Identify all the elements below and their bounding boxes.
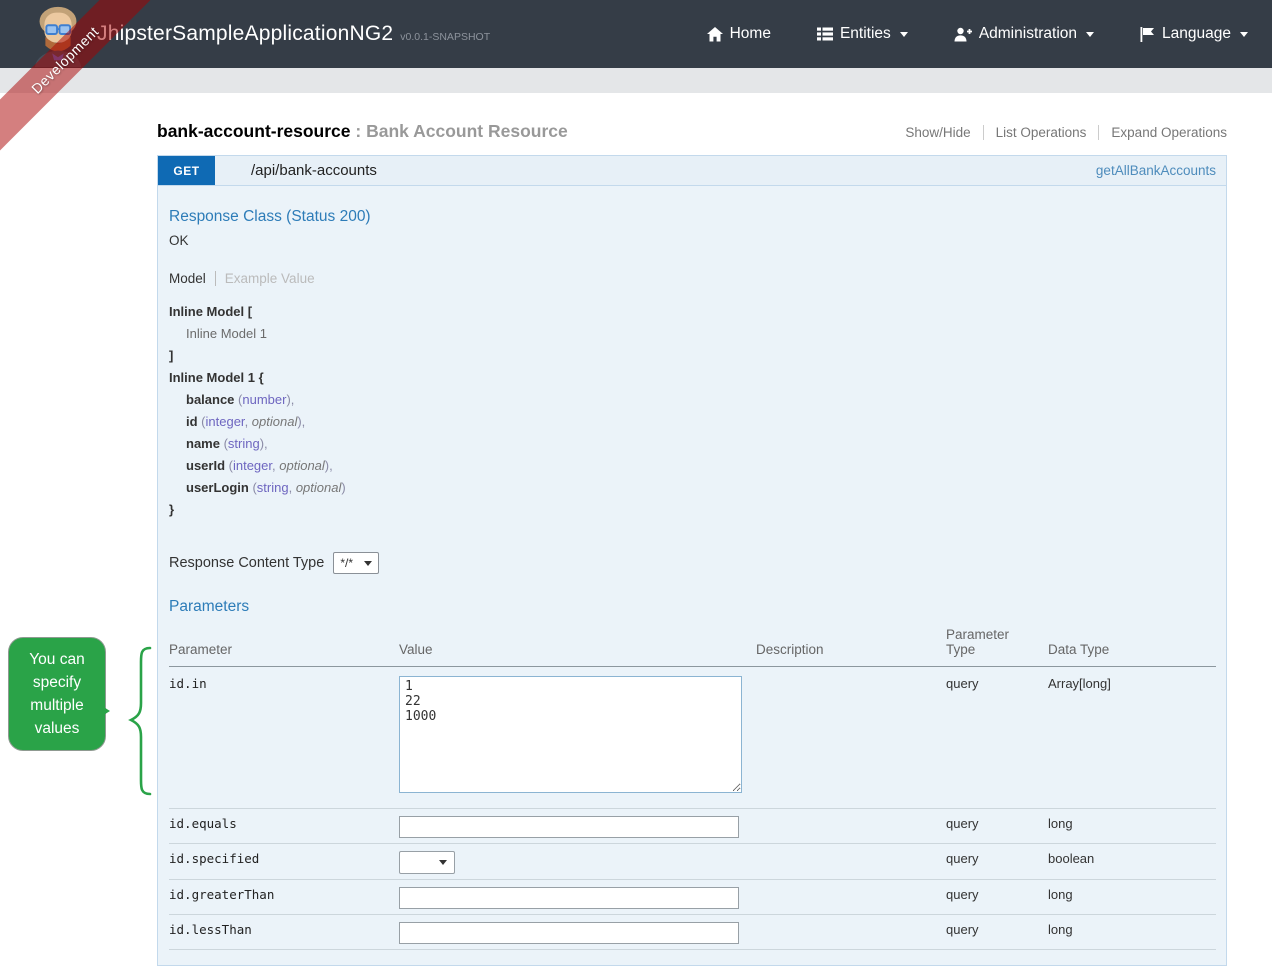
col-value: Value	[399, 623, 756, 667]
nav-item-label: Language	[1162, 25, 1231, 43]
param-type: query	[946, 667, 1048, 809]
param-description	[756, 915, 946, 950]
param-name: id.in	[169, 667, 399, 809]
parameters-table: Parameter Value Description Parameter Ty…	[169, 623, 1216, 950]
param-description	[756, 809, 946, 844]
param-data-type: boolean	[1048, 844, 1216, 880]
selected-content-type: */*	[340, 556, 353, 570]
model-property: id (integer, optional),	[169, 411, 1216, 433]
param-value-input[interactable]	[399, 922, 739, 944]
table-row: id.equals query long	[169, 809, 1216, 844]
navbar: JhipsterSampleApplicationNG2 v0.0.1-SNAP…	[0, 0, 1272, 68]
app-version: v0.0.1-SNAPSHOT	[400, 31, 490, 43]
resource-title: Bank Account Resource	[366, 121, 568, 142]
col-parameter: Parameter	[169, 623, 399, 667]
param-data-type: long	[1048, 880, 1216, 915]
operation-content-panel: Response Class (Status 200) OK Model Exa…	[157, 186, 1227, 966]
list-operations-link[interactable]: List Operations	[983, 125, 1099, 140]
col-parameter-type: Parameter Type	[946, 623, 1048, 667]
page-background-strip	[0, 68, 1272, 93]
app-title: JhipsterSampleApplicationNG2	[97, 22, 393, 46]
nav-item-language[interactable]: Language	[1140, 25, 1248, 43]
http-method-badge[interactable]: GET	[158, 156, 215, 185]
model-property: userLogin (string, optional)	[169, 477, 1216, 499]
model-close-array: ]	[169, 345, 1216, 367]
home-icon	[707, 27, 723, 42]
param-type: query	[946, 809, 1048, 844]
param-name: id.equals	[169, 809, 399, 844]
table-row: id.specified query boolean	[169, 844, 1216, 880]
param-description	[756, 667, 946, 809]
nav-item-home[interactable]: Home	[707, 25, 771, 43]
list-icon	[817, 27, 833, 41]
navbar-brand[interactable]: JhipsterSampleApplicationNG2 v0.0.1-SNAP…	[97, 22, 490, 46]
model-property: name (string),	[169, 433, 1216, 455]
operation-heading[interactable]: GET /api/bank-accounts getAllBankAccount…	[157, 155, 1227, 186]
chevron-down-icon	[439, 860, 447, 865]
user-plus-icon	[954, 27, 972, 42]
param-name: id.lessThan	[169, 915, 399, 950]
resource-links: Show/Hide List Operations Expand Operati…	[893, 125, 1227, 140]
flag-icon	[1140, 27, 1155, 42]
model-signature: Inline Model [ Inline Model 1 ] Inline M…	[169, 301, 1216, 521]
param-value-select[interactable]	[399, 851, 455, 874]
model-open-object: Inline Model 1 {	[169, 367, 1216, 389]
response-content-type-select[interactable]: */*	[333, 552, 379, 574]
model-open-array: Inline Model [	[169, 301, 1216, 323]
chevron-down-icon	[1240, 32, 1248, 37]
nav-item-label: Home	[730, 25, 771, 43]
model-close-object: }	[169, 499, 1216, 521]
model-array-item: Inline Model 1	[169, 323, 1216, 345]
chevron-down-icon	[364, 561, 372, 566]
param-type: query	[946, 844, 1048, 880]
model-property: balance (number),	[169, 389, 1216, 411]
param-value-textarea[interactable]: 1 22 1000	[399, 676, 742, 793]
annotation-brace	[126, 645, 154, 797]
annotation-tooltip: You can specify multiple values	[8, 637, 106, 751]
table-row: id.in 1 22 1000 query Array[long]	[169, 667, 1216, 809]
jhipster-logo-avatar	[23, 1, 93, 72]
tab-example-value[interactable]: Example Value	[216, 271, 315, 286]
col-data-type: Data Type	[1048, 623, 1216, 667]
nav-item-label: Administration	[979, 25, 1077, 43]
resource-name[interactable]: bank-account-resource	[157, 121, 351, 142]
expand-operations-link[interactable]: Expand Operations	[1098, 125, 1227, 140]
tooltip-text: You can specify multiple values	[29, 651, 84, 737]
param-name: id.specified	[169, 844, 399, 880]
param-value-input[interactable]	[399, 887, 739, 909]
param-name: id.greaterThan	[169, 880, 399, 915]
chevron-down-icon	[1086, 32, 1094, 37]
param-value-input[interactable]	[399, 816, 739, 838]
response-message: OK	[169, 233, 1216, 248]
separator: :	[351, 121, 367, 142]
tab-model[interactable]: Model	[169, 271, 216, 286]
response-class-heading: Response Class (Status 200)	[169, 208, 1216, 226]
nav-menu: Home Entities Administration Language	[707, 25, 1272, 43]
operation-path[interactable]: /api/bank-accounts	[251, 162, 377, 179]
response-content-type-label: Response Content Type	[169, 555, 324, 571]
resource-header: bank-account-resource : Bank Account Res…	[157, 121, 1227, 142]
operation-nickname-link[interactable]: getAllBankAccounts	[1096, 163, 1216, 178]
param-description	[756, 844, 946, 880]
model-tabs: Model Example Value	[169, 271, 1216, 286]
table-header-row: Parameter Value Description Parameter Ty…	[169, 623, 1216, 667]
col-description: Description	[756, 623, 946, 667]
param-description	[756, 880, 946, 915]
show-hide-link[interactable]: Show/Hide	[893, 125, 982, 140]
chevron-down-icon	[900, 32, 908, 37]
model-property: userId (integer, optional),	[169, 455, 1216, 477]
param-data-type: long	[1048, 809, 1216, 844]
nav-item-label: Entities	[840, 25, 891, 43]
nav-item-administration[interactable]: Administration	[954, 25, 1094, 43]
nav-item-entities[interactable]: Entities	[817, 25, 908, 43]
swagger-container: bank-account-resource : Bank Account Res…	[157, 121, 1227, 966]
table-row: id.lessThan query long	[169, 915, 1216, 950]
param-data-type: Array[long]	[1048, 667, 1216, 809]
param-type: query	[946, 915, 1048, 950]
param-type: query	[946, 880, 1048, 915]
response-content-type-row: Response Content Type */*	[169, 552, 1216, 574]
param-data-type: long	[1048, 915, 1216, 950]
parameters-heading: Parameters	[169, 598, 1216, 616]
table-row: id.greaterThan query long	[169, 880, 1216, 915]
